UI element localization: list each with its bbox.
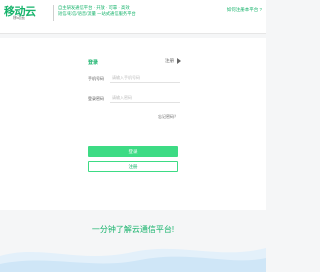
phone-label: 手机号码	[88, 76, 104, 81]
switch-label: 注册	[165, 58, 174, 64]
header-divider	[53, 5, 54, 21]
how-to-register-link[interactable]: 如何注册本平台 ?	[227, 7, 262, 13]
password-label: 登录密码	[88, 96, 104, 101]
brand-logo[interactable]: 移动云 移动云	[0, 2, 52, 24]
forgot-password-link[interactable]: 忘记密码？	[158, 114, 178, 120]
login-card: 登录 注册 手机号码 登录密码 忘记密码？ 登录 注册	[0, 38, 266, 210]
phone-input[interactable]	[110, 73, 180, 83]
register-button[interactable]: 注册	[88, 161, 178, 172]
play-arrow-icon	[177, 58, 181, 64]
top-header: 移动云 移动云 自主研发通信平台 · 开放 · 可靠 · 高效 短信/彩信/语音…	[0, 0, 266, 34]
header-slogan: 自主研发通信平台 · 开放 · 可靠 · 高效 短信/彩信/语音/流量 一站式通…	[58, 5, 136, 17]
slogan-line-2: 短信/彩信/语音/流量 一站式通信服务平台	[58, 11, 136, 16]
login-title: 登录	[88, 60, 99, 66]
switch-to-register-link[interactable]: 注册	[165, 58, 181, 64]
logo-subtext: 移动云	[13, 15, 25, 20]
intro-tagline[interactable]: 一分钟了解云通信平台!	[0, 224, 266, 235]
login-button[interactable]: 登录	[88, 146, 178, 157]
password-input[interactable]	[110, 93, 180, 103]
wave-decoration	[0, 248, 266, 272]
